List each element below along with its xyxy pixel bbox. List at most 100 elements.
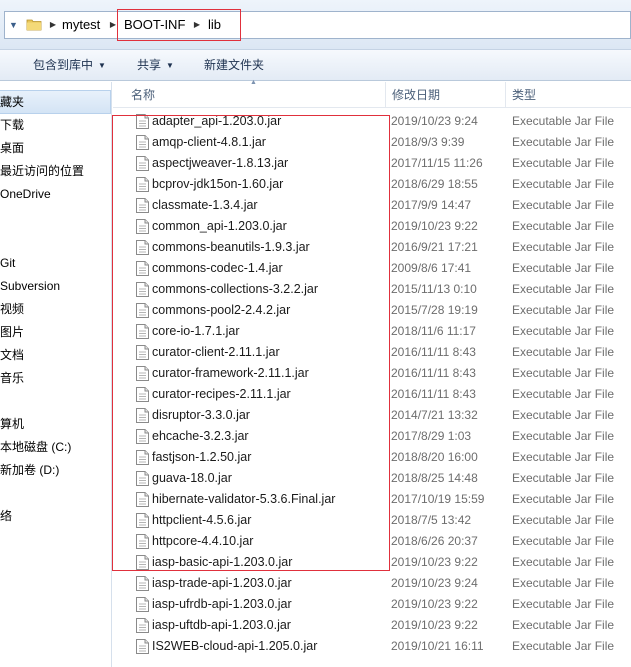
file-row[interactable]: common_api-1.203.0.jar 2019/10/23 9:22 Exe…: [113, 216, 631, 237]
file-name: iasp-basic-api-1.203.0.jar: [152, 555, 293, 569]
file-name: commons-pool2-2.4.2.jar: [152, 303, 291, 317]
file-list: ▲ 名称 修改日期 类型 adapter_api-1.203.0.jar 2019…: [113, 79, 631, 667]
file-row[interactable]: commons-codec-1.4.jar 2009/8/6 17:41 Execu…: [113, 258, 631, 279]
nav-item-music[interactable]: 音乐: [0, 369, 24, 387]
jar-file-icon: [136, 177, 149, 192]
file-row[interactable]: core-io-1.7.1.jar 2018/11/6 11:17 Executab…: [113, 321, 631, 342]
file-modified-date: 2019/10/23 9:22: [391, 618, 478, 632]
command-toolbar: 包含到库中 ▼ 共享 ▼ 新建文件夹: [0, 50, 631, 81]
jar-file-icon: [136, 156, 149, 171]
file-name: ehcache-3.2.3.jar: [152, 429, 249, 443]
nav-item-pictures[interactable]: 图片: [0, 323, 24, 341]
file-row[interactable]: amqp-client-4.8.1.jar 2018/9/3 9:39 Execut…: [113, 132, 631, 153]
nav-item-network[interactable]: 络: [0, 507, 12, 525]
nav-item-git[interactable]: Git: [0, 254, 15, 272]
file-row[interactable]: fastjson-1.2.50.jar 2018/8/20 16:00 Execut…: [113, 447, 631, 468]
nav-item-new-volume-d[interactable]: 新加卷 (D:): [0, 461, 59, 479]
nav-item-videos[interactable]: 视频: [0, 300, 24, 318]
annotation-highlight-box: [117, 9, 241, 41]
file-row[interactable]: curator-client-2.11.1.jar 2016/11/11 8:43…: [113, 342, 631, 363]
file-name: curator-framework-2.11.1.jar: [152, 366, 309, 380]
share-label: 共享: [137, 58, 162, 72]
file-modified-date: 2019/10/23 9:22: [391, 555, 478, 569]
breadcrumb-mytest[interactable]: mytest: [62, 17, 100, 33]
nav-item-computer[interactable]: 算机: [0, 415, 24, 433]
file-modified-date: 2019/10/21 16:11: [391, 639, 484, 653]
jar-file-icon: [136, 261, 149, 276]
file-row[interactable]: ehcache-3.2.3.jar 2017/8/29 1:03 Executabl…: [113, 426, 631, 447]
column-divider[interactable]: [505, 82, 506, 108]
file-row[interactable]: curator-recipes-2.11.1.jar 2016/11/11 8:4…: [113, 384, 631, 405]
file-type: Executable Jar File: [512, 576, 615, 590]
chevron-down-icon[interactable]: ▼: [9, 18, 19, 32]
file-row[interactable]: commons-beanutils-1.9.3.jar 2016/9/21 17:…: [113, 237, 631, 258]
file-name: aspectjweaver-1.8.13.jar: [152, 156, 289, 170]
file-row[interactable]: hibernate-validator-5.3.6.Final.jar 2017/…: [113, 489, 631, 510]
nav-item-recent-places[interactable]: 最近访问的位置: [0, 162, 84, 180]
nav-item-local-disk-c[interactable]: 本地磁盘 (C:): [0, 438, 71, 456]
address-bar[interactable]: ▼ ▶ mytest ▶ BOOT-INF ▶ lib: [4, 11, 631, 39]
file-row[interactable]: httpclient-4.5.6.jar 2018/7/5 13:42 Execut…: [113, 510, 631, 531]
file-type: Executable Jar File: [512, 639, 615, 653]
nav-item-desktop[interactable]: 桌面: [0, 139, 24, 157]
file-row[interactable]: iasp-basic-api-1.203.0.jar 2019/10/23 9:2…: [113, 552, 631, 573]
jar-file-icon: [136, 534, 149, 549]
nav-item-downloads[interactable]: 下载: [0, 116, 24, 134]
file-modified-date: 2009/8/6 17:41: [391, 261, 472, 275]
file-modified-date: 2018/6/29 18:55: [391, 177, 478, 191]
dropdown-arrow-icon: ▼: [166, 61, 174, 70]
chevron-right-icon[interactable]: ▶: [48, 18, 58, 32]
jar-file-icon: [136, 345, 149, 360]
nav-item-subversion[interactable]: Subversion: [0, 277, 60, 295]
file-name: disruptor-3.3.0.jar: [152, 408, 250, 422]
file-row[interactable]: classmate-1.3.4.jar 2017/9/9 14:47 Executa…: [113, 195, 631, 216]
share-button[interactable]: 共享 ▼: [137, 57, 174, 73]
jar-file-icon: [136, 198, 149, 213]
file-name: curator-recipes-2.11.1.jar: [152, 387, 291, 401]
file-row[interactable]: aspectjweaver-1.8.13.jar 2017/11/15 11:26…: [113, 153, 631, 174]
file-row[interactable]: iasp-ufrdb-api-1.203.0.jar 2019/10/23 9:2…: [113, 594, 631, 615]
jar-file-icon: [136, 555, 149, 570]
file-row[interactable]: bcprov-jdk15on-1.60.jar 2018/6/29 18:55 Ex…: [113, 174, 631, 195]
file-type: Executable Jar File: [512, 324, 615, 338]
jar-file-icon: [136, 324, 149, 339]
file-row[interactable]: curator-framework-2.11.1.jar 2016/11/11 8…: [113, 363, 631, 384]
file-name: httpcore-4.4.10.jar: [152, 534, 254, 548]
file-type: Executable Jar File: [512, 282, 615, 296]
navigation-pane: 藏夹 下载 桌面 最近访问的位置 OneDrive Git Subversion…: [0, 82, 112, 667]
file-row[interactable]: iasp-trade-api-1.203.0.jar 2019/10/23 9:2…: [113, 573, 631, 594]
jar-file-icon: [136, 387, 149, 402]
file-row[interactable]: guava-18.0.jar 2018/8/25 14:48 Executable …: [113, 468, 631, 489]
file-name: classmate-1.3.4.jar: [152, 198, 258, 212]
file-modified-date: 2018/6/26 20:37: [391, 534, 478, 548]
nav-item-favorites[interactable]: 藏夹: [0, 93, 24, 111]
file-name: commons-codec-1.4.jar: [152, 261, 283, 275]
file-type: Executable Jar File: [512, 450, 615, 464]
jar-file-icon: [136, 471, 149, 486]
column-header-modified[interactable]: 修改日期: [392, 87, 440, 103]
file-name: commons-beanutils-1.9.3.jar: [152, 240, 310, 254]
file-row[interactable]: IS2WEB-cloud-api-1.205.0.jar 2019/10/21 1…: [113, 636, 631, 657]
column-header-name[interactable]: 名称: [131, 87, 155, 103]
file-row[interactable]: iasp-uftdb-api-1.203.0.jar 2019/10/23 9:2…: [113, 615, 631, 636]
jar-file-icon: [136, 114, 149, 129]
file-row[interactable]: commons-pool2-2.4.2.jar 2015/7/28 19:19 Ex…: [113, 300, 631, 321]
file-type: Executable Jar File: [512, 198, 615, 212]
column-header-type[interactable]: 类型: [512, 87, 536, 103]
column-divider[interactable]: [385, 82, 386, 108]
file-row[interactable]: commons-collections-3.2.2.jar 2015/11/13 …: [113, 279, 631, 300]
include-in-library-button[interactable]: 包含到库中 ▼: [33, 57, 106, 73]
new-folder-button[interactable]: 新建文件夹: [204, 57, 264, 73]
file-type: Executable Jar File: [512, 618, 615, 632]
file-row[interactable]: disruptor-3.3.0.jar 2014/7/21 13:32 Execut…: [113, 405, 631, 426]
nav-item-onedrive[interactable]: OneDrive: [0, 185, 51, 203]
nav-item-documents[interactable]: 文档: [0, 346, 24, 364]
jar-file-icon: [136, 618, 149, 633]
file-name: iasp-ufrdb-api-1.203.0.jar: [152, 597, 292, 611]
file-name: curator-client-2.11.1.jar: [152, 345, 280, 359]
file-type: Executable Jar File: [512, 555, 615, 569]
file-modified-date: 2019/10/23 9:22: [391, 597, 478, 611]
file-row[interactable]: httpcore-4.4.10.jar 2018/6/26 20:37 Execut…: [113, 531, 631, 552]
dropdown-arrow-icon: ▼: [98, 61, 106, 70]
file-row[interactable]: adapter_api-1.203.0.jar 2019/10/23 9:24 Ex…: [113, 111, 631, 132]
